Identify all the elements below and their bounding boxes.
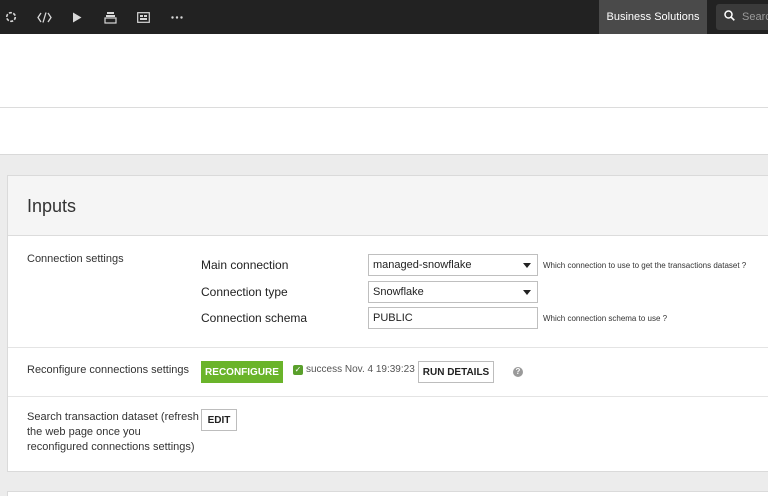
project-tab[interactable]: Business Solutions xyxy=(599,0,707,34)
header-bottom-border xyxy=(0,154,768,155)
search-input[interactable] xyxy=(742,11,768,23)
reconfigure-label: Reconfigure connections settings xyxy=(27,364,190,376)
main-connection-help: Which connection to use to get the trans… xyxy=(543,261,747,270)
check-icon: ✓ xyxy=(293,364,303,375)
search-dataset-label: Search transaction dataset (refresh the … xyxy=(27,411,199,453)
chevron-down-icon xyxy=(523,290,531,295)
top-navigation-bar: Business Solutions xyxy=(0,0,768,34)
connection-type-select[interactable]: Snowflake xyxy=(368,281,538,303)
page-header-area xyxy=(0,34,768,154)
connection-schema-label: Connection schema xyxy=(201,311,308,325)
run-details-button[interactable]: RUN DETAILS xyxy=(418,361,494,383)
reconfigure-button[interactable]: RECONFIGURE xyxy=(201,361,283,383)
more-icon[interactable] xyxy=(168,0,186,34)
inputs-card: Inputs Connection settings Main connecti… xyxy=(7,175,768,472)
help-icon[interactable]: ? xyxy=(513,367,523,377)
connection-type-label: Connection type xyxy=(201,285,288,299)
next-section-card xyxy=(7,491,768,496)
chevron-down-icon xyxy=(523,263,531,268)
run-icon[interactable] xyxy=(68,0,86,34)
run-status: ✓ success Nov. 4 19:39:23 xyxy=(293,364,415,375)
main-connection-value: managed-snowflake xyxy=(373,259,472,271)
inputs-card-header: Inputs xyxy=(8,176,768,236)
main-connection-select[interactable]: managed-snowflake xyxy=(368,254,538,276)
connection-schema-help: Which connection schema to use ? xyxy=(543,314,668,323)
header-divider xyxy=(0,107,768,108)
flow-icon[interactable] xyxy=(2,0,20,34)
global-search[interactable] xyxy=(716,4,768,30)
connection-schema-input[interactable] xyxy=(368,307,538,329)
search-icon xyxy=(724,10,735,24)
row-divider xyxy=(8,396,768,397)
inputs-title: Inputs xyxy=(27,196,77,216)
stack-icon[interactable] xyxy=(101,0,119,34)
code-icon[interactable] xyxy=(34,0,54,34)
connection-settings-label: Connection settings xyxy=(27,253,124,265)
row-divider xyxy=(8,347,768,348)
main-connection-label: Main connection xyxy=(201,258,289,272)
dashboard-icon[interactable] xyxy=(134,0,152,34)
connection-type-value: Snowflake xyxy=(373,286,424,298)
edit-button[interactable]: EDIT xyxy=(201,409,237,431)
run-status-text: success Nov. 4 19:39:23 xyxy=(306,364,415,375)
